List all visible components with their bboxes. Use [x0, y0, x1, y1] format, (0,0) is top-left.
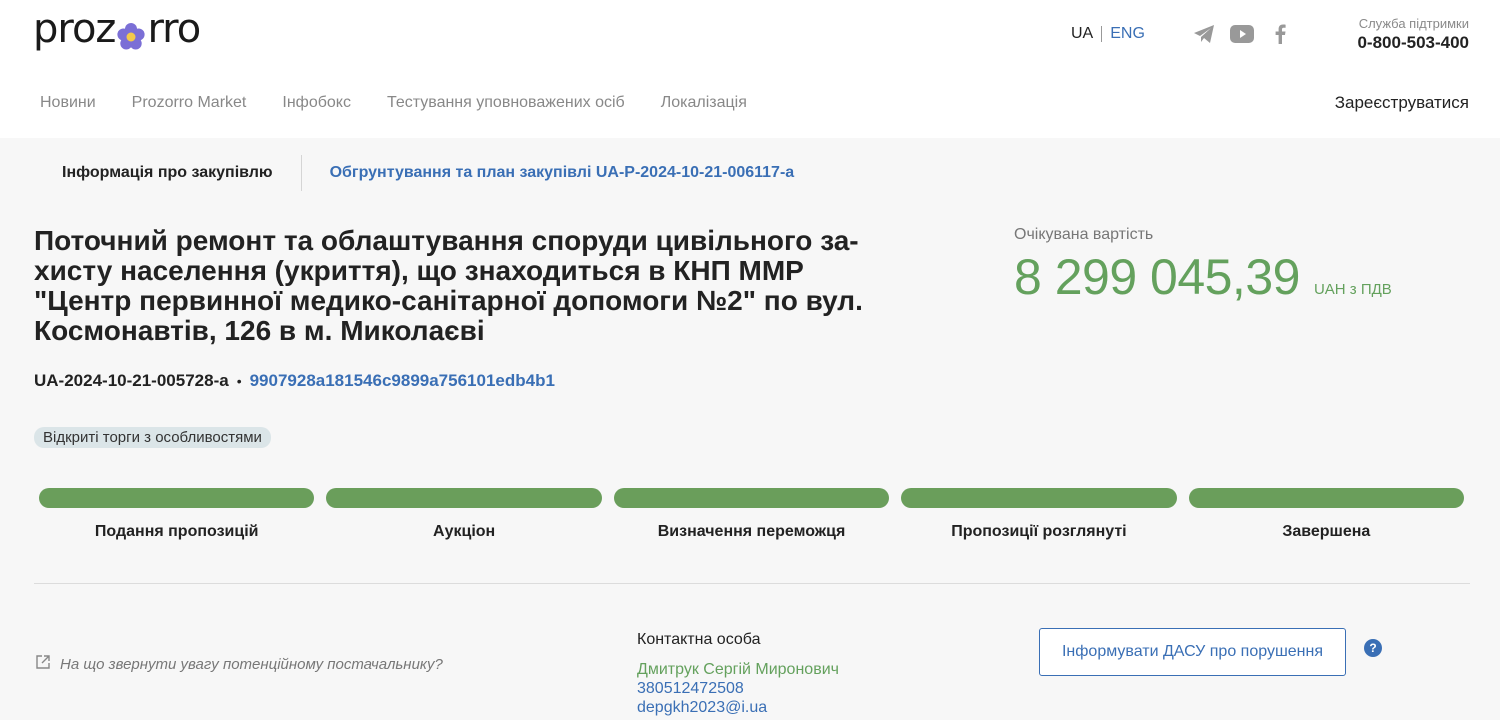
stage-progress-bar: [901, 488, 1177, 508]
report-dasu-button[interactable]: Інформувати ДАСУ про порушення: [1039, 628, 1346, 676]
stage-label: Подання пропозицій: [94, 523, 259, 540]
lang-eng-link[interactable]: ENG: [1110, 25, 1145, 43]
supplier-hint-text: На що звернути увагу потенційному постач…: [60, 655, 443, 673]
logo-text-left: proz: [33, 6, 116, 52]
external-link-icon: [36, 655, 50, 673]
stage-submission: Подання пропозицій: [39, 488, 315, 541]
logo-text-right: rro: [147, 6, 201, 52]
nav-item-testing[interactable]: Тестування уповноважених осіб: [387, 94, 625, 112]
main-nav: Новини Prozorro Market Інфобокс Тестуван…: [40, 94, 747, 112]
nav-item-market[interactable]: Prozorro Market: [132, 94, 247, 112]
nav-item-localization[interactable]: Локалізація: [661, 94, 747, 112]
register-link[interactable]: Зареєструватися: [1335, 93, 1469, 113]
expected-value-amount: 8 299 045,39: [1014, 249, 1300, 305]
facebook-icon[interactable]: [1268, 22, 1292, 46]
telegram-icon[interactable]: [1192, 22, 1216, 46]
stage-label: Аукціон: [433, 523, 496, 540]
tender-hash-link[interactable]: 9907928a181546c9899a756101edb4b1: [250, 371, 555, 391]
stage-winner: Визначення переможця: [613, 488, 890, 541]
stage-label: Завершена: [1282, 523, 1371, 540]
tender-title-line: хисту населення (укриття), що знаходитьс…: [34, 255, 804, 286]
nav-item-news[interactable]: Новини: [40, 94, 96, 112]
youtube-icon[interactable]: [1230, 22, 1254, 46]
tender-title-line: Космонавтів, 126 в м. Миколаєві: [34, 315, 485, 346]
contact-label: Контактна особа: [637, 631, 761, 648]
tender-title: Поточний ремонт та облаштування споруди …: [34, 226, 894, 346]
contact-person: Контактна особа Дмитрук Сергій Миронович…: [637, 631, 839, 717]
support-label: Служба підтримки: [1358, 16, 1469, 31]
contact-name: Дмитрук Сергій Миронович: [637, 661, 839, 678]
id-separator: •: [236, 373, 242, 389]
support-phone[interactable]: 0-800-503-400: [1357, 33, 1469, 53]
tender-title-line: Поточний ремонт та облаштування споруди …: [34, 225, 859, 256]
tender-id: UA-2024-10-21-005728-a: [34, 371, 229, 390]
stage-label: Пропозиції розглянуті: [951, 523, 1127, 540]
social-links: [1192, 22, 1292, 46]
prozorro-logo[interactable]: proz rro: [33, 6, 201, 52]
stage-progress-bar: [613, 488, 890, 508]
tender-stages: Подання пропозицій Аукціон Визначення пе…: [39, 488, 1465, 541]
expected-value: Очікувана вартість 8 299 045,39 UAH з ПД…: [1014, 226, 1392, 306]
contact-phone[interactable]: 380512472508: [637, 679, 839, 698]
tender-ids: UA-2024-10-21-005728-a • 9907928a181546c…: [34, 371, 555, 391]
stage-reviewed: Пропозиції розглянуті: [901, 488, 1177, 541]
contact-email[interactable]: depgkh2023@i.ua: [637, 698, 839, 717]
supplier-hint-link[interactable]: На що звернути увагу потенційному постач…: [36, 655, 443, 673]
procurement-subtabs: Інформація про закупівлю Обгрунтування т…: [34, 155, 822, 191]
section-divider: [34, 583, 1470, 584]
support-contact: Служба підтримки 0-800-503-400: [1357, 16, 1469, 53]
lang-ua-link[interactable]: UA: [1071, 25, 1093, 43]
nav-item-infobox[interactable]: Інфобокс: [282, 94, 351, 112]
flower-icon: [116, 16, 146, 50]
stage-progress-bar: [39, 488, 315, 508]
tab-plan-link[interactable]: Обгрунтування та план закупівлі UA-P-202…: [302, 155, 823, 191]
language-switcher: UA ENG: [1071, 25, 1145, 43]
stage-auction: Аукціон: [326, 488, 602, 541]
tender-title-line: "Центр первинної медико-санітарної допом…: [34, 285, 863, 316]
stage-label: Визначення переможця: [657, 523, 846, 540]
lang-divider: [1101, 26, 1103, 42]
stage-progress-bar: [1188, 488, 1465, 508]
tab-procurement-info[interactable]: Інформація про закупівлю: [34, 155, 301, 191]
help-icon[interactable]: ?: [1364, 639, 1382, 657]
stage-completed: Завершена: [1188, 488, 1465, 541]
stage-progress-bar: [326, 488, 602, 508]
procedure-badge: Відкриті торги з особливостями: [34, 427, 271, 448]
expected-value-currency: UAH з ПДВ: [1313, 281, 1392, 298]
expected-value-label: Очікувана вартість: [1014, 226, 1154, 243]
site-header: proz rro UA ENG Служба підтримки 0-800-5…: [0, 0, 1500, 138]
